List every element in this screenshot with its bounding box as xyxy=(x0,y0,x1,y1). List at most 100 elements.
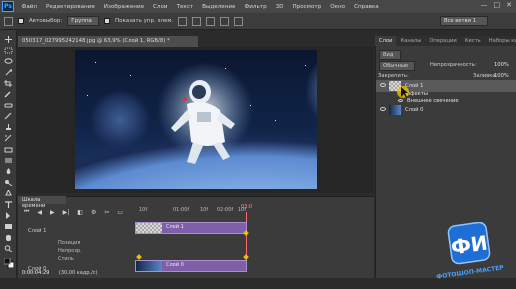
tab-layers[interactable]: Слои xyxy=(375,36,397,46)
foreground-color-swatch[interactable] xyxy=(4,258,14,268)
blur-tool-icon[interactable] xyxy=(4,168,13,175)
shape-tool-icon[interactable] xyxy=(4,223,13,230)
cut-icon[interactable]: ✂ xyxy=(104,209,109,216)
layer-thumbnail xyxy=(389,105,401,115)
menu-file[interactable]: Файл xyxy=(17,4,41,10)
blend-mode-dropdown[interactable]: Обычные xyxy=(379,61,416,71)
audio-icon[interactable]: ◧ xyxy=(77,209,83,216)
menu-3d[interactable]: 3D xyxy=(271,4,288,10)
menubar: Ps Файл Редактирование Изображение Слои … xyxy=(0,0,516,13)
dodge-tool-icon[interactable] xyxy=(4,179,13,186)
tab-brush[interactable]: Кисть xyxy=(461,36,485,46)
options-bar: Автовыбор: Группа Показать упр. элем. Вс… xyxy=(0,13,516,30)
visibility-eye-icon[interactable] xyxy=(380,107,386,111)
menu-layers[interactable]: Слои xyxy=(149,4,173,10)
marquee-tool-icon[interactable] xyxy=(4,47,13,54)
ruler-tick: 10f xyxy=(139,207,148,213)
align-center-icon[interactable] xyxy=(192,16,202,26)
menu-edit[interactable]: Редактирование xyxy=(41,4,99,10)
track-label: Слой 1 xyxy=(166,224,184,230)
menu-text[interactable]: Текст xyxy=(172,4,198,10)
move-tool-icon[interactable] xyxy=(4,16,13,26)
property-position[interactable]: Позиция xyxy=(58,240,80,246)
lock-label: Закрепить: xyxy=(378,73,409,79)
layer-name: Слой 0 xyxy=(405,107,424,113)
lasso-tool-icon[interactable] xyxy=(4,58,13,65)
brush-tool-icon[interactable] xyxy=(4,113,13,120)
crop-tool-icon[interactable] xyxy=(4,80,13,87)
ruler-tick: 03:0 xyxy=(241,204,253,210)
menu-select[interactable]: Выделение xyxy=(198,4,240,10)
menu-image[interactable]: Изображение xyxy=(99,4,148,10)
timeline-ruler[interactable]: 10f 01:00f 10f 02:00f 10f 03:0 xyxy=(135,204,375,216)
maximize-button[interactable]: □ xyxy=(494,1,501,9)
3d-mode-icon[interactable] xyxy=(234,16,244,26)
track-thumbnail xyxy=(136,261,162,271)
align-left-icon[interactable] xyxy=(178,16,188,26)
close-button[interactable]: ✕ xyxy=(506,1,512,9)
timeline-layer-list: Слой 1 Позиция Непрозр. Стиль Слой 0 xyxy=(18,220,134,276)
transition-icon[interactable]: ▭ xyxy=(117,209,123,216)
autoselect-dropdown[interactable]: Группа xyxy=(67,16,99,26)
timeline-status: 0:00:04:29 (30,00 кадр./с) xyxy=(22,270,134,278)
menu-help[interactable]: Справка xyxy=(350,4,384,10)
current-time: 0:00:04:29 xyxy=(22,270,50,276)
eraser-tool-icon[interactable] xyxy=(4,146,13,153)
tab-actions[interactable]: Операции xyxy=(425,36,460,46)
type-tool-icon[interactable] xyxy=(4,201,13,208)
zoom-tool-icon[interactable] xyxy=(4,245,13,252)
autoselect-label: Автовыбор: xyxy=(29,18,63,24)
history-brush-tool-icon[interactable] xyxy=(4,135,13,142)
hand-tool-icon[interactable] xyxy=(4,234,13,241)
pen-tool-icon[interactable] xyxy=(4,190,13,197)
settings-gear-icon[interactable]: ⚙ xyxy=(91,209,96,216)
cursor-highlight xyxy=(397,86,409,98)
align-right-icon[interactable] xyxy=(206,16,216,26)
opacity-value[interactable]: 100% xyxy=(494,62,509,68)
ruler-tick: 10f xyxy=(200,207,209,213)
fill-value[interactable]: 100% xyxy=(494,73,509,79)
opacity-label: Непрозрачность: xyxy=(430,62,477,68)
watermark-text: ФИ xyxy=(449,231,489,260)
menu-window[interactable]: Окно xyxy=(326,4,350,10)
menu-view[interactable]: Просмотр xyxy=(288,4,326,10)
track-thumbnail xyxy=(136,223,162,233)
track-label: Слой 0 xyxy=(166,262,184,268)
timeline-layer-1[interactable]: Слой 1 xyxy=(28,228,46,234)
watermark-subtext: ФОТОШОП-МАСТЕР xyxy=(436,264,505,280)
workspace-dropdown[interactable]: Все ветви 1 xyxy=(440,16,488,26)
astronaut-illustration xyxy=(157,62,253,164)
show-controls-checkbox[interactable] xyxy=(103,18,110,24)
next-frame-icon[interactable]: ▶| xyxy=(63,209,70,216)
timeline-tab[interactable]: Шкала времени xyxy=(18,196,66,209)
show-controls-label: Показать упр. элем. xyxy=(114,18,174,24)
quick-select-tool-icon[interactable] xyxy=(4,69,13,76)
gradient-tool-icon[interactable] xyxy=(4,157,13,164)
prev-frame-icon[interactable]: ◀ xyxy=(37,209,42,216)
visibility-eye-icon[interactable] xyxy=(380,83,386,87)
tab-brush-presets[interactable]: Наборы кистей xyxy=(485,36,516,46)
move-tool-icon[interactable] xyxy=(4,36,13,43)
minimize-button[interactable]: — xyxy=(481,1,488,9)
path-select-tool-icon[interactable] xyxy=(4,212,13,219)
canvas-image-astronaut[interactable] xyxy=(75,50,317,189)
clone-stamp-tool-icon[interactable] xyxy=(4,124,13,131)
panel-tabs: Слои Каналы Операции Кисть Наборы кистей xyxy=(375,36,516,46)
distribute-icon[interactable] xyxy=(220,16,230,26)
property-style[interactable]: Стиль xyxy=(58,256,74,262)
frame-rate: (30,00 кадр./с) xyxy=(58,270,98,276)
document-tab[interactable]: 050317_027995242148.jpg @ 63,9% (Слой 1,… xyxy=(18,36,198,47)
menu-filter[interactable]: Фильтр xyxy=(240,4,271,10)
autoselect-checkbox[interactable] xyxy=(18,18,24,24)
watermark-logo: ФИ ФОТОШОП-МАСТЕР xyxy=(436,222,505,281)
layer-filter-dropdown[interactable]: Вид xyxy=(379,50,401,60)
photoshop-logo: Ps xyxy=(2,1,14,12)
healing-brush-tool-icon[interactable] xyxy=(4,102,13,109)
tools-panel xyxy=(0,30,17,278)
tab-channels[interactable]: Каналы xyxy=(396,36,425,46)
layer-row-layer-0[interactable]: Слой 0 xyxy=(376,104,516,116)
go-to-first-frame-icon[interactable]: ⏮ xyxy=(24,208,29,216)
eyedropper-tool-icon[interactable] xyxy=(4,91,13,98)
property-opacity[interactable]: Непрозр. xyxy=(58,248,82,254)
play-icon[interactable]: ▶ xyxy=(50,209,55,216)
